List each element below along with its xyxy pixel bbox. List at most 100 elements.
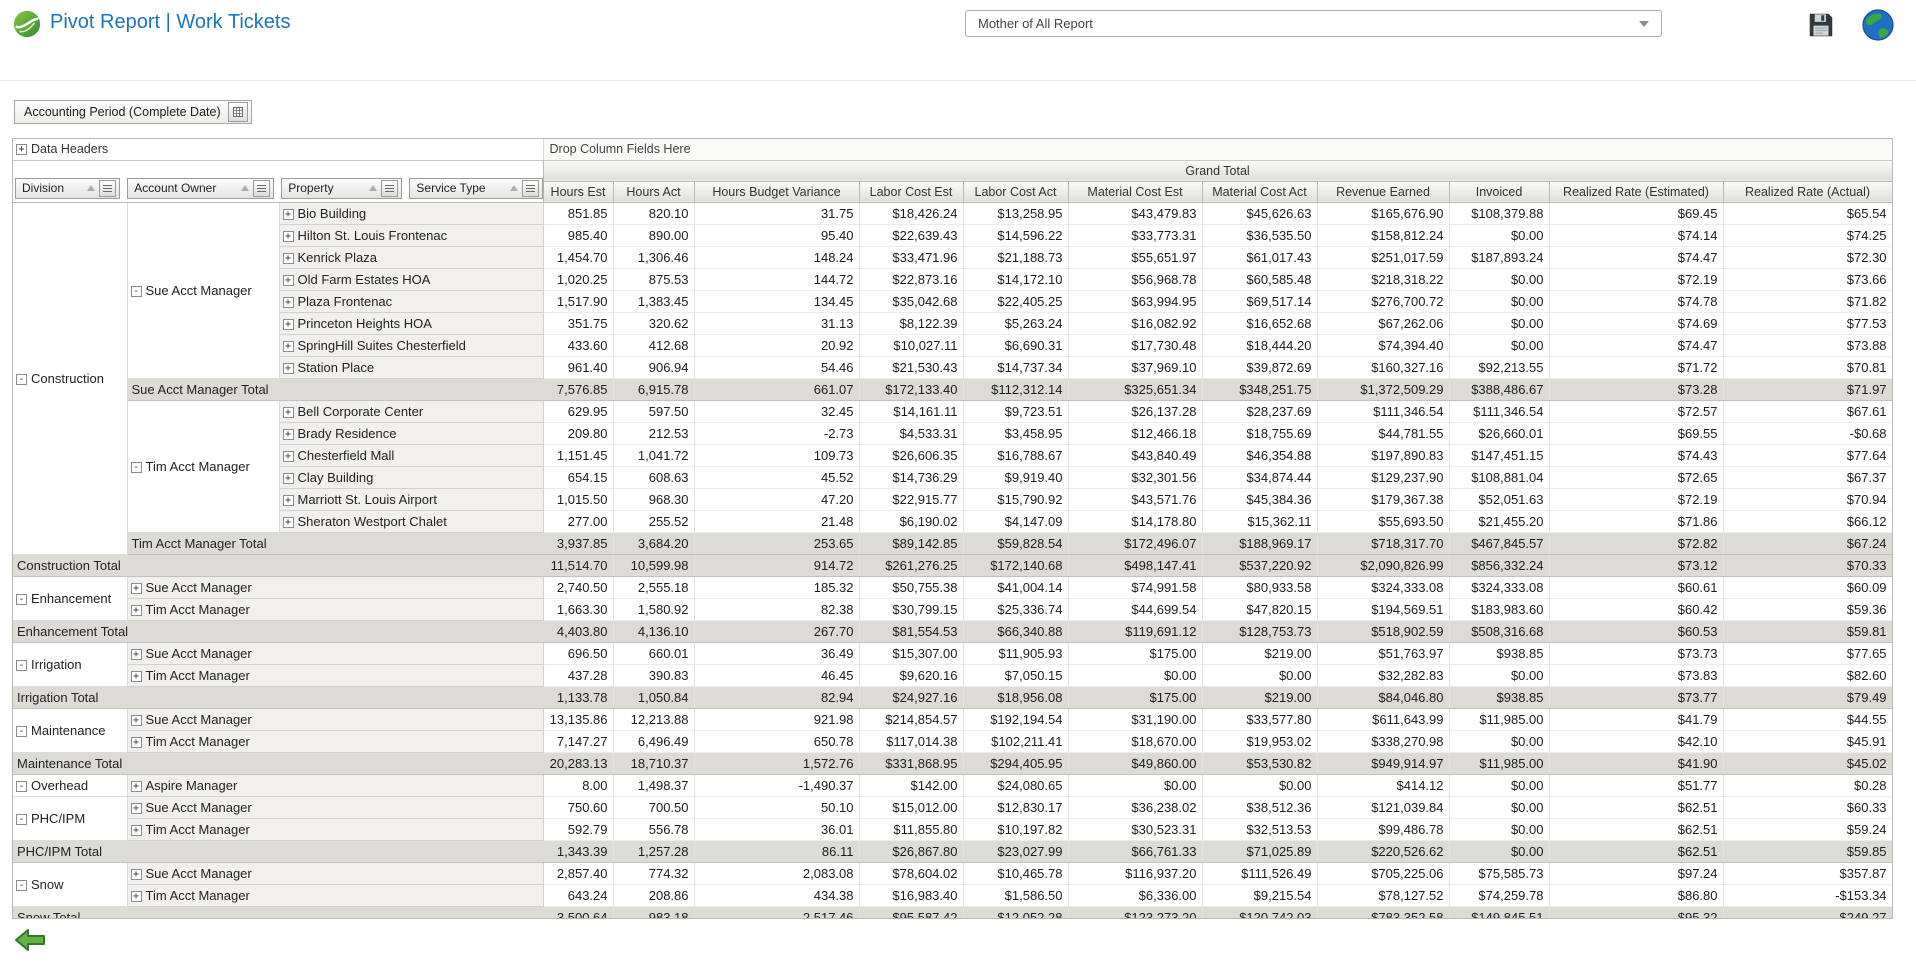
row-label: Station Place: [298, 360, 375, 375]
value-cell: 134.45: [694, 290, 859, 312]
field-service-type[interactable]: Service Type: [409, 178, 542, 199]
column-header[interactable]: Realized Rate (Estimated): [1549, 181, 1723, 202]
value-cell: $14,596.22: [963, 224, 1068, 246]
value-cell: $62.51: [1549, 796, 1723, 818]
field-settings-button[interactable]: [228, 102, 248, 122]
expand-icon[interactable]: +: [131, 715, 142, 726]
data-headers-label: Data Headers: [31, 142, 108, 156]
collapse-icon[interactable]: -: [16, 880, 27, 891]
column-header[interactable]: Labor Cost Act: [963, 181, 1068, 202]
collapse-icon[interactable]: -: [131, 462, 142, 473]
value-cell: $92,213.55: [1449, 356, 1549, 378]
collapse-icon[interactable]: -: [16, 594, 27, 605]
sort-icon[interactable]: [369, 185, 377, 191]
value-cell: 32.45: [694, 400, 859, 422]
expand-icon[interactable]: +: [283, 451, 294, 462]
filter-icon[interactable]: [381, 180, 398, 197]
row-header-cell: +Marriott St. Louis Airport: [279, 488, 543, 510]
sort-icon[interactable]: [87, 185, 95, 191]
value-cell: $77.65: [1723, 642, 1892, 664]
value-cell: $357.87: [1723, 862, 1892, 884]
value-cell: 890.00: [613, 224, 694, 246]
value-cell: $78,604.02: [859, 862, 963, 884]
expand-icon[interactable]: +: [283, 407, 294, 418]
expand-icon[interactable]: +: [131, 583, 142, 594]
expand-icon[interactable]: +: [131, 737, 142, 748]
value-cell: 1,580.92: [613, 598, 694, 620]
expand-icon[interactable]: +: [283, 363, 294, 374]
value-cell: 185.32: [694, 576, 859, 598]
expand-icon[interactable]: +: [131, 869, 142, 880]
expand-icon[interactable]: +: [283, 319, 294, 330]
value-cell: $73.73: [1549, 642, 1723, 664]
collapse-icon[interactable]: -: [16, 726, 27, 737]
report-dropdown[interactable]: Mother of All Report: [965, 10, 1662, 37]
field-division[interactable]: Division: [15, 178, 120, 199]
expand-icon[interactable]: +: [131, 671, 142, 682]
expand-icon[interactable]: +: [283, 517, 294, 528]
value-cell: $73.28: [1549, 378, 1723, 400]
row-header-cell: +Clay Building: [279, 466, 543, 488]
value-cell: $938.85: [1449, 642, 1549, 664]
column-header[interactable]: Hours Est: [543, 181, 613, 202]
grand-total-header: Grand Total: [543, 160, 1892, 181]
filter-icon[interactable]: [522, 180, 539, 197]
value-cell: 82.38: [694, 598, 859, 620]
filter-icon[interactable]: [253, 180, 270, 197]
expand-icon[interactable]: +: [131, 825, 142, 836]
column-header[interactable]: Material Cost Act: [1202, 181, 1317, 202]
value-cell: $33,471.96: [859, 246, 963, 268]
value-cell: $22,405.25: [963, 290, 1068, 312]
filter-icon[interactable]: [99, 180, 116, 197]
expand-icon[interactable]: +: [283, 429, 294, 440]
save-icon[interactable]: [1806, 10, 1836, 40]
expand-icon[interactable]: +: [131, 781, 142, 792]
value-cell: $22,915.77: [859, 488, 963, 510]
expand-icon[interactable]: +: [283, 275, 294, 286]
expand-icon[interactable]: +: [283, 473, 294, 484]
value-cell: 46.45: [694, 664, 859, 686]
drop-column-area[interactable]: Drop Column Fields Here: [543, 139, 1892, 160]
value-cell: $60.61: [1549, 576, 1723, 598]
expand-icon[interactable]: +: [16, 144, 27, 155]
field-property[interactable]: Property: [281, 178, 402, 199]
row-header-cell: +Sue Acct Manager: [127, 708, 543, 730]
value-cell: $70.94: [1723, 488, 1892, 510]
collapse-icon[interactable]: -: [16, 374, 27, 385]
column-header[interactable]: Realized Rate (Actual): [1723, 181, 1892, 202]
row-label: Sheraton Westport Chalet: [298, 514, 447, 529]
row-header-cell: +Sue Acct Manager: [127, 576, 543, 598]
expand-icon[interactable]: +: [283, 253, 294, 264]
value-cell: $72.57: [1549, 400, 1723, 422]
column-header[interactable]: Labor Cost Est: [859, 181, 963, 202]
expand-icon[interactable]: +: [283, 209, 294, 220]
sort-icon[interactable]: [241, 185, 249, 191]
column-header[interactable]: Invoiced: [1449, 181, 1549, 202]
column-header[interactable]: Material Cost Est: [1068, 181, 1202, 202]
expand-icon[interactable]: +: [283, 495, 294, 506]
value-cell: $74,259.78: [1449, 884, 1549, 906]
collapse-icon[interactable]: -: [16, 660, 27, 671]
value-cell: $71.97: [1723, 378, 1892, 400]
expand-icon[interactable]: +: [283, 231, 294, 242]
column-header[interactable]: Revenue Earned: [1317, 181, 1449, 202]
expand-icon[interactable]: +: [131, 605, 142, 616]
expand-icon[interactable]: +: [283, 341, 294, 352]
expand-icon[interactable]: +: [131, 891, 142, 902]
field-account-owner[interactable]: Account Owner: [127, 178, 274, 199]
value-cell: 1,133.78: [543, 686, 613, 708]
column-header[interactable]: Hours Budget Variance: [694, 181, 859, 202]
accounting-period-field[interactable]: Accounting Period (Complete Date): [14, 100, 252, 124]
sort-icon[interactable]: [510, 185, 518, 191]
column-header[interactable]: Hours Act: [613, 181, 694, 202]
collapse-icon[interactable]: -: [131, 286, 142, 297]
globe-icon[interactable]: [1860, 7, 1896, 43]
expand-icon[interactable]: +: [283, 297, 294, 308]
expand-icon[interactable]: +: [131, 803, 142, 814]
value-cell: $74.78: [1549, 290, 1723, 312]
value-cell: $0.00: [1449, 818, 1549, 840]
back-arrow-button[interactable]: [14, 928, 46, 952]
collapse-icon[interactable]: -: [16, 781, 27, 792]
expand-icon[interactable]: +: [131, 649, 142, 660]
collapse-icon[interactable]: -: [16, 814, 27, 825]
